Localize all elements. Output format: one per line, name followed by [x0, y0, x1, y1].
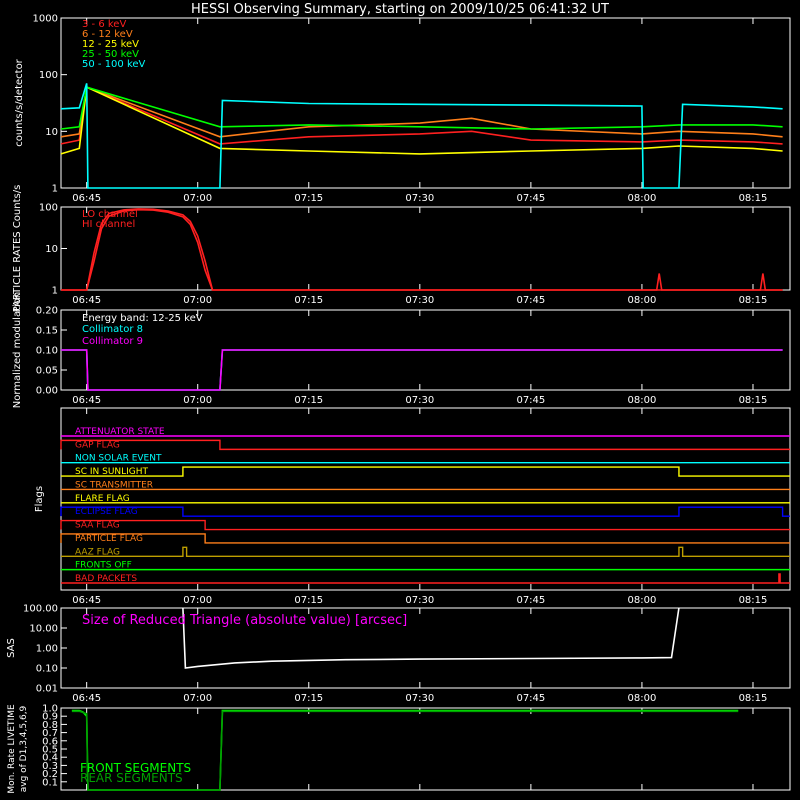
y-tick-label: 10.00: [29, 624, 58, 635]
y-tick-label: 100: [39, 70, 58, 81]
y-tick-label: 0.01: [36, 684, 58, 695]
x-tick-label: 07:45: [516, 693, 545, 704]
x-tick-label: 08:00: [628, 193, 657, 204]
x-tick-label: 07:00: [183, 395, 212, 406]
legend-entry: HI channel: [82, 219, 135, 230]
x-tick-label: 08:00: [628, 595, 657, 606]
x-tick-label: 07:00: [183, 693, 212, 704]
x-tick-label: 08:00: [628, 295, 657, 306]
legend-entry: 50 - 100 keV: [82, 59, 146, 70]
y-axis-label: SAS: [6, 638, 17, 658]
flag-label: GAP FLAG: [75, 440, 120, 450]
legend-entry: Collimator 8: [82, 324, 143, 335]
x-tick-label: 07:15: [294, 693, 323, 704]
x-tick-label: 08:15: [739, 595, 768, 606]
observing-summary-plot: HESSI Observing Summary, starting on 200…: [0, 0, 800, 800]
y-tick-label: 0.05: [36, 366, 58, 377]
flag-label: PARTICLE FLAG: [75, 534, 143, 544]
x-tick-label: 07:00: [183, 595, 212, 606]
x-tick-label: 07:15: [294, 193, 323, 204]
x-tick-label: 07:45: [516, 595, 545, 606]
y-tick-label: 1000: [33, 14, 58, 25]
y-tick-label: 0.10: [36, 346, 58, 357]
x-tick-label: 07:00: [183, 295, 212, 306]
y-tick-label: 100.00: [23, 604, 58, 615]
flag-label: FRONTS OFF: [75, 561, 132, 571]
x-tick-label: 07:00: [183, 193, 212, 204]
x-tick-label: 06:45: [72, 193, 101, 204]
x-tick-label: 08:15: [739, 693, 768, 704]
x-tick-label: 06:45: [72, 295, 101, 306]
x-tick-label: 08:00: [628, 693, 657, 704]
x-tick-label: 08:00: [628, 395, 657, 406]
x-tick-label: 07:15: [294, 595, 323, 606]
y-axis-label: avg of D1,3,4,5,6,9: [19, 705, 29, 792]
x-tick-label: 07:30: [405, 395, 434, 406]
y-tick-label: 100: [39, 203, 58, 214]
flag-label: FLARE FLAG: [75, 494, 130, 504]
y-tick-label: 10: [45, 127, 58, 138]
y-tick-label: 0.15: [36, 326, 58, 337]
y-tick-label: 0.10: [36, 664, 58, 675]
x-tick-label: 06:45: [72, 595, 101, 606]
y-tick-label: 10: [45, 244, 58, 255]
flag-label: SC IN SUNLIGHT: [75, 467, 149, 477]
y-axis-label: Flags: [34, 486, 45, 512]
x-tick-label: 08:15: [739, 295, 768, 306]
flag-label: ECLIPSE FLAG: [75, 507, 138, 517]
x-tick-label: 07:30: [405, 693, 434, 704]
y-tick-label: 0.20: [36, 306, 58, 317]
x-tick-label: 07:45: [516, 295, 545, 306]
y-tick-label: 1: [52, 286, 58, 297]
x-tick-label: 07:15: [294, 395, 323, 406]
x-tick-label: 07:30: [405, 193, 434, 204]
x-tick-label: 07:15: [294, 295, 323, 306]
x-tick-label: 08:15: [739, 193, 768, 204]
x-tick-label: 07:45: [516, 395, 545, 406]
y-axis-label: Normalized modulation: [12, 292, 23, 409]
legend-entry: Collimator 9: [82, 336, 143, 347]
x-tick-label: 07:30: [405, 595, 434, 606]
y-tick-label: 1: [52, 184, 58, 195]
plot-background: [0, 0, 800, 800]
y-tick-label: 0.00: [36, 386, 58, 397]
flag-label: AAZ FLAG: [75, 547, 120, 557]
y-tick-label: 1.00: [36, 644, 58, 655]
y-axis-label: counts/s/detector: [14, 58, 25, 146]
flag-label: NON SOLAR EVENT: [75, 454, 162, 464]
y-tick-label: 1.0: [42, 704, 58, 715]
flag-label: BAD PACKETS: [75, 574, 137, 584]
y-axis-label: Mon. Rate LIVETIME: [7, 704, 17, 794]
flag-label: ATTENUATOR STATE: [75, 427, 165, 437]
flag-label: SAA FLAG: [75, 521, 120, 531]
sas-annotation: Size of Reduced Triangle (absolute value…: [82, 613, 407, 628]
energy-band-annotation: Energy band: 12-25 keV: [82, 313, 203, 324]
plot-title: HESSI Observing Summary, starting on 200…: [191, 2, 609, 17]
x-tick-label: 07:45: [516, 193, 545, 204]
x-tick-label: 06:45: [72, 395, 101, 406]
x-tick-label: 08:15: [739, 395, 768, 406]
legend-entry: REAR SEGMENTS: [80, 771, 183, 785]
x-tick-label: 07:30: [405, 295, 434, 306]
x-tick-label: 06:45: [72, 693, 101, 704]
flag-label: SC TRANSMITTER: [75, 480, 153, 490]
